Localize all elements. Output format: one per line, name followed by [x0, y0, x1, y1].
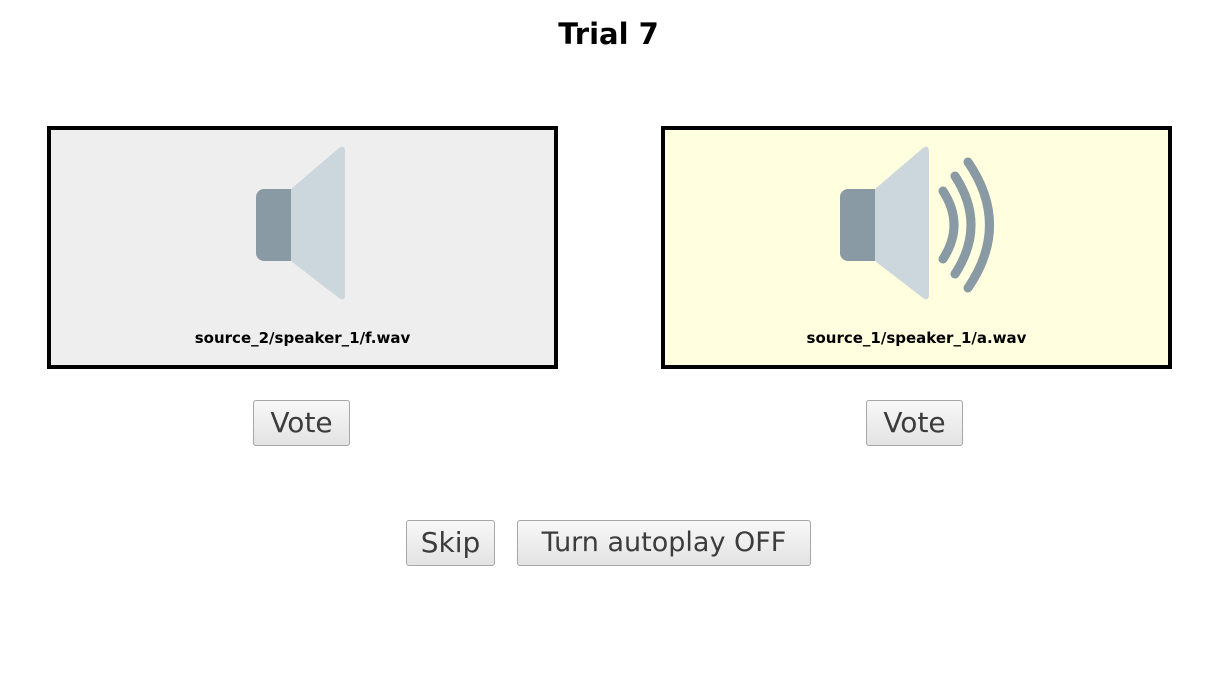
speaker-muted-icon	[256, 146, 345, 300]
page-title: Trial 7	[558, 17, 659, 51]
autoplay-toggle-button[interactable]: Turn autoplay OFF	[517, 520, 811, 566]
audio-sample-right[interactable]: source_1/speaker_1/a.wav	[661, 126, 1172, 369]
audio-filename: source_1/speaker_1/a.wav	[806, 329, 1027, 347]
skip-button[interactable]: Skip	[406, 520, 495, 566]
speaker-playing-icon	[840, 146, 994, 300]
vote-left-button[interactable]: Vote	[253, 400, 350, 446]
vote-right-button[interactable]: Vote	[866, 400, 963, 446]
audio-sample-left[interactable]: source_2/speaker_1/f.wav	[47, 126, 558, 369]
audio-filename: source_2/speaker_1/f.wav	[194, 329, 411, 347]
trial-page: Trial 7 source_2/speaker_1/f.wav source_…	[0, 0, 1217, 698]
